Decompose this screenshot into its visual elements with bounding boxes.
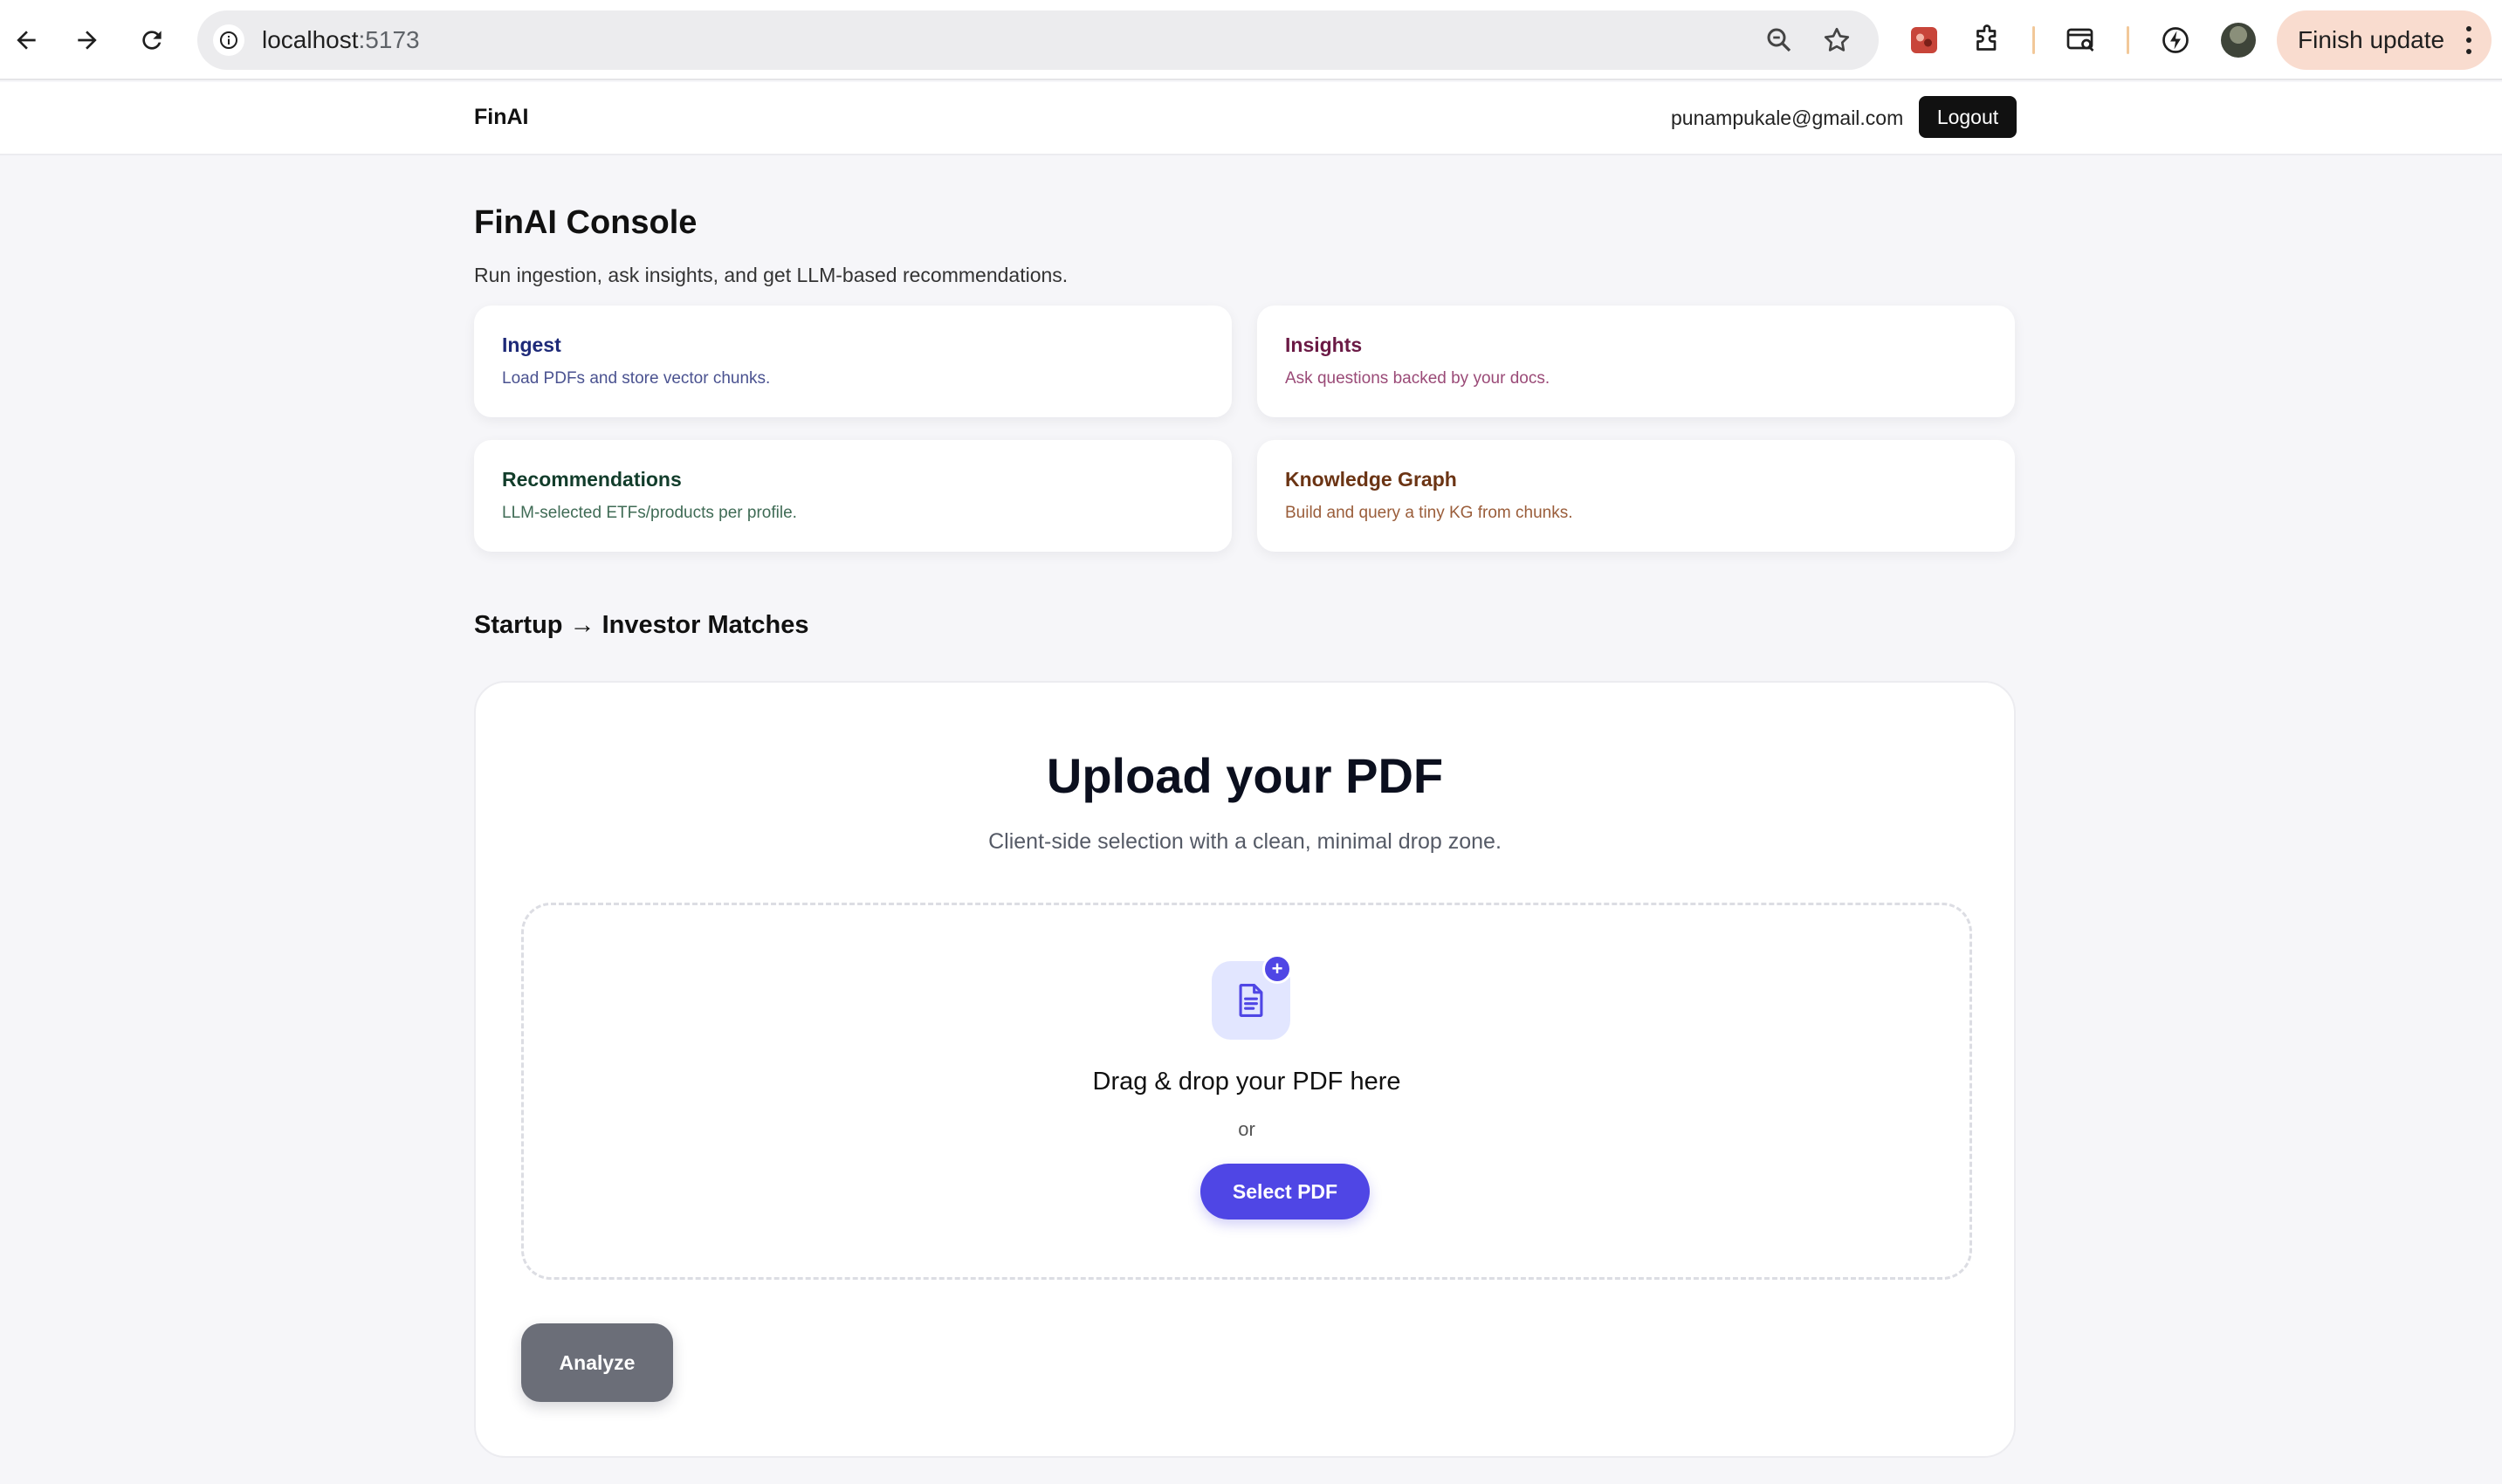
back-button[interactable] <box>3 17 49 63</box>
user-email: punampukale@gmail.com <box>1671 106 1904 129</box>
card-title: Ingest <box>502 333 561 356</box>
logout-button[interactable]: Logout <box>1919 96 2017 138</box>
finish-update-button[interactable]: Finish update <box>2277 10 2492 70</box>
card-description: Load PDFs and store vector chunks. <box>502 369 771 388</box>
toolbar-separator <box>2032 26 2035 54</box>
arrow-right-icon <box>78 31 97 50</box>
profile-avatar[interactable] <box>2221 23 2256 58</box>
extensions-puzzle-icon[interactable] <box>1968 21 2006 59</box>
upload-title: Upload your PDF <box>1046 748 1444 803</box>
finish-update-label: Finish update <box>2298 26 2445 53</box>
analyze-button[interactable]: Analyze <box>521 1323 673 1402</box>
page-subtitle: Run ingestion, ask insights, and get LLM… <box>474 264 1069 286</box>
plus-icon: + <box>1262 954 1292 984</box>
url-host: localhost <box>262 26 359 53</box>
card-insights[interactable]: Insights Ask questions backed by your do… <box>1257 306 2015 417</box>
card-recommendations[interactable]: Recommendations LLM-selected ETFs/produc… <box>474 440 1232 552</box>
performance-bolt-icon[interactable] <box>2156 21 2195 59</box>
card-title: Insights <box>1285 333 1363 356</box>
site-info-icon[interactable] <box>213 24 244 56</box>
app-header: FinAI punampukale@gmail.com Logout <box>0 82 2502 155</box>
more-menu-icon[interactable] <box>2465 26 2472 54</box>
arrow-left-icon <box>17 31 36 50</box>
upload-panel: Upload your PDF Client-side selection wi… <box>474 681 2016 1458</box>
reload-button[interactable] <box>129 17 175 63</box>
brand-logo[interactable]: FinAI <box>474 105 529 130</box>
card-ingest[interactable]: Ingest Load PDFs and store vector chunks… <box>474 306 1232 417</box>
select-pdf-button[interactable]: Select PDF <box>1200 1164 1370 1219</box>
zoom-icon[interactable] <box>1763 24 1795 56</box>
forward-button[interactable] <box>65 17 110 63</box>
browser-toolbar: localhost:5173 Finish update <box>0 0 2502 80</box>
upload-subtitle: Client-side selection with a clean, mini… <box>988 829 1502 854</box>
url-port: :5173 <box>358 26 420 53</box>
or-divider: or <box>1238 1118 1255 1140</box>
card-knowledge-graph[interactable]: Knowledge Graph Build and query a tiny K… <box>1257 440 2015 552</box>
tab-search-icon[interactable] <box>2062 21 2100 59</box>
address-bar[interactable]: localhost:5173 <box>197 10 1879 70</box>
section-title: Startup → Investor Matches <box>474 611 809 639</box>
bookmark-star-icon[interactable] <box>1821 24 1852 56</box>
card-title: Recommendations <box>502 468 682 491</box>
card-title: Knowledge Graph <box>1285 468 1457 491</box>
pdf-dropzone[interactable]: + Drag & drop your PDF here or Select PD… <box>521 903 1972 1280</box>
extension-red-icon[interactable] <box>1905 21 1943 59</box>
card-description: Build and query a tiny KG from chunks. <box>1285 504 1573 522</box>
reload-icon <box>142 31 162 50</box>
url-text: localhost:5173 <box>262 26 420 54</box>
card-description: LLM-selected ETFs/products per profile. <box>502 504 797 522</box>
drop-instructions: Drag & drop your PDF here <box>1092 1068 1401 1096</box>
page-title: FinAI Console <box>474 204 698 241</box>
toolbar-separator <box>2127 26 2129 54</box>
card-description: Ask questions backed by your docs. <box>1285 369 1550 388</box>
